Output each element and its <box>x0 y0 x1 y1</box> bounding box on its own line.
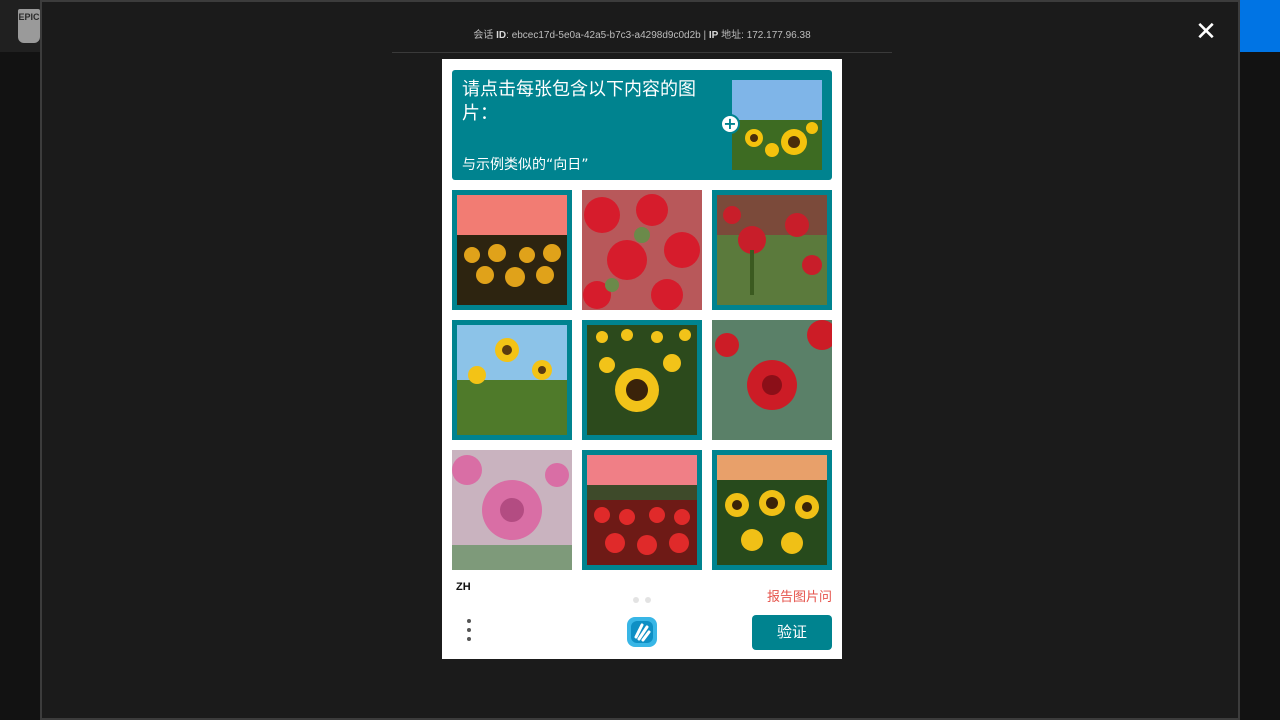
more-vertical-icon[interactable] <box>462 619 476 649</box>
grid-image-8[interactable] <box>582 450 702 570</box>
grid-image-2[interactable] <box>582 190 702 310</box>
verify-button[interactable]: 验证 <box>752 615 832 650</box>
grid-image-7[interactable] <box>452 450 572 570</box>
image-grid <box>452 190 832 570</box>
page-indicator <box>633 590 657 608</box>
grid-image-3[interactable] <box>712 190 832 310</box>
sign-in-button[interactable] <box>1240 0 1280 52</box>
captcha-modal: ✕ 会话 ID: ebcec17d-5e0a-42a5-b7c3-a4298d9… <box>40 0 1240 720</box>
ip-label-suffix: 地址 <box>721 30 742 41</box>
language-selector[interactable]: ZH <box>456 581 471 593</box>
prompt-title: 请点击每张包含以下内容的图片： <box>462 79 696 124</box>
grid-image-6[interactable] <box>712 320 832 440</box>
example-image <box>732 80 822 170</box>
page-dot <box>633 597 639 603</box>
grid-image-4[interactable] <box>452 320 572 440</box>
ip-label: IP <box>708 30 719 41</box>
page-dot <box>645 597 651 603</box>
session-info: 会话 ID: ebcec17d-5e0a-42a5-b7c3-a4298d9c0… <box>392 24 892 53</box>
session-id-value: ebcec17d-5e0a-42a5-b7c3-a4298d9c0d2b <box>511 30 701 41</box>
logo-text: EPIC <box>18 12 40 22</box>
epic-games-logo[interactable]: EPIC <box>18 9 40 43</box>
ip-value: 172.177.96.38 <box>746 30 811 41</box>
prompt-subtitle: 与示例类似的“向日” <box>462 157 589 173</box>
session-id-prefix: 会话 <box>473 30 494 41</box>
hcaptcha-hand-icon[interactable] <box>625 615 659 649</box>
hcaptcha-challenge: 请点击每张包含以下内容的图片： 与示例类似的“向日” + ZH 报告图片问 验证 <box>442 59 842 659</box>
challenge-prompt: 请点击每张包含以下内容的图片： 与示例类似的“向日” + <box>452 70 832 180</box>
report-images-link[interactable]: 报告图片问 <box>767 586 832 605</box>
plus-icon: + <box>720 114 740 134</box>
close-icon[interactable]: ✕ <box>1192 18 1220 46</box>
grid-image-1[interactable] <box>452 190 572 310</box>
session-id-label: ID <box>496 30 507 41</box>
grid-image-5[interactable] <box>582 320 702 440</box>
grid-image-9[interactable] <box>712 450 832 570</box>
